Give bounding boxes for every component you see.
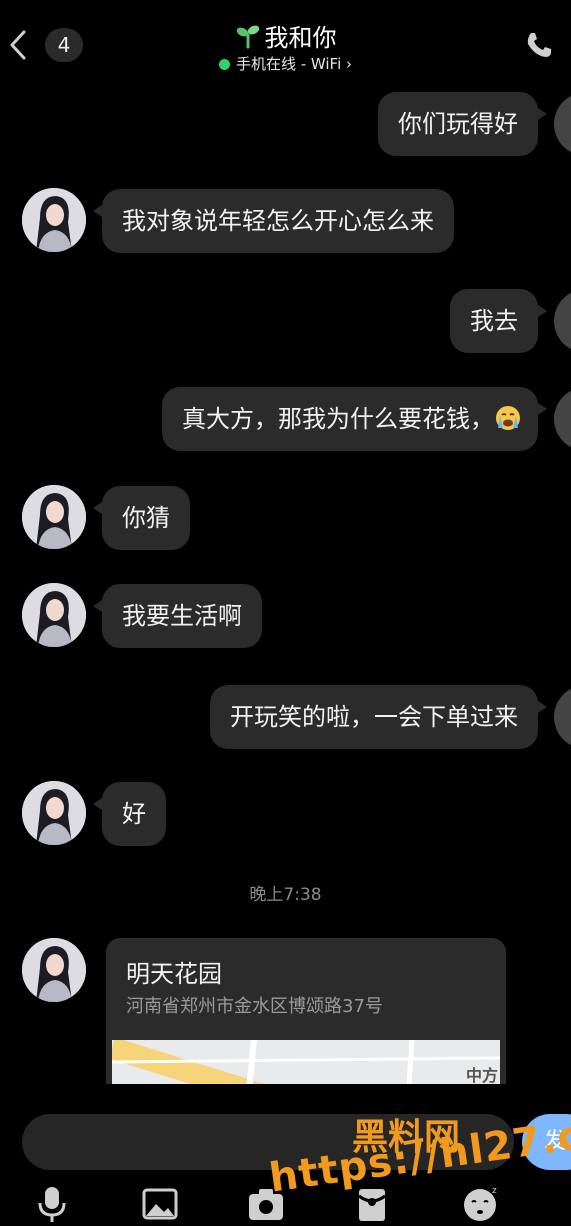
message-timestamp: 晚上7:38 (249, 885, 322, 905)
contact-avatar[interactable] (22, 188, 86, 252)
svg-text:z: z (492, 1186, 497, 1196)
chat-title-area[interactable]: 我和你 (0, 18, 571, 53)
chat-message-list[interactable]: 你们玩得好 我对象说年轻怎么开心怎么来 我去 真大方，那我为什么要花钱， 你猜 … (0, 86, 571, 1084)
self-avatar[interactable] (554, 387, 571, 451)
chat-header: 4 我和你 手机在线 - WiFi › (0, 0, 571, 86)
contact-avatar[interactable] (22, 485, 86, 549)
message-bubble-outgoing[interactable]: 开玩笑的啦，一会下单过来 (210, 685, 547, 749)
message-text: 真大方，那我为什么要花钱， (182, 405, 494, 433)
location-address: 河南省郑州市金水区博颂路37号 (126, 996, 383, 1017)
message-bubble-incoming[interactable]: 我对象说年轻怎么开心怎么来 (93, 189, 454, 253)
location-map-preview[interactable]: 中方 (112, 1040, 500, 1084)
message-bubble-incoming[interactable]: 我要生活啊 (93, 584, 262, 648)
location-name: 明天花园 (126, 960, 222, 988)
contact-avatar[interactable] (22, 583, 86, 647)
location-card[interactable]: 明天花园 河南省郑州市金水区博颂路37号 中方 (106, 938, 506, 1084)
message-bubble-incoming[interactable]: 好 (93, 782, 166, 846)
message-bubble-outgoing[interactable]: 我去 (450, 289, 547, 353)
map-label: 中方 (465, 1066, 498, 1084)
phone-icon[interactable] (524, 30, 554, 60)
emoji-icon[interactable]: z (460, 1184, 500, 1224)
online-status-text: 手机在线 - WiFi (235, 55, 342, 73)
self-avatar[interactable] (554, 289, 571, 353)
crying-emoji-icon (496, 406, 520, 430)
message-bubble-incoming[interactable]: 你猜 (93, 486, 190, 550)
message-bubble-outgoing[interactable]: 你们玩得好 (378, 92, 547, 156)
red-packet-icon[interactable] (352, 1184, 392, 1224)
contact-avatar[interactable] (22, 938, 86, 1002)
chat-title: 我和你 (264, 24, 337, 52)
self-avatar[interactable] (554, 685, 571, 749)
chevron-right-icon: › (346, 55, 353, 73)
message-bubble-outgoing[interactable]: 真大方，那我为什么要花钱， (162, 387, 547, 451)
self-avatar[interactable] (554, 92, 571, 156)
microphone-icon[interactable] (32, 1184, 72, 1224)
sprout-icon (236, 25, 259, 48)
map-roads (112, 1040, 500, 1084)
contact-avatar[interactable] (22, 781, 86, 845)
image-icon[interactable] (140, 1184, 180, 1224)
online-status[interactable]: 手机在线 - WiFi › (0, 53, 571, 74)
online-dot (218, 59, 230, 70)
